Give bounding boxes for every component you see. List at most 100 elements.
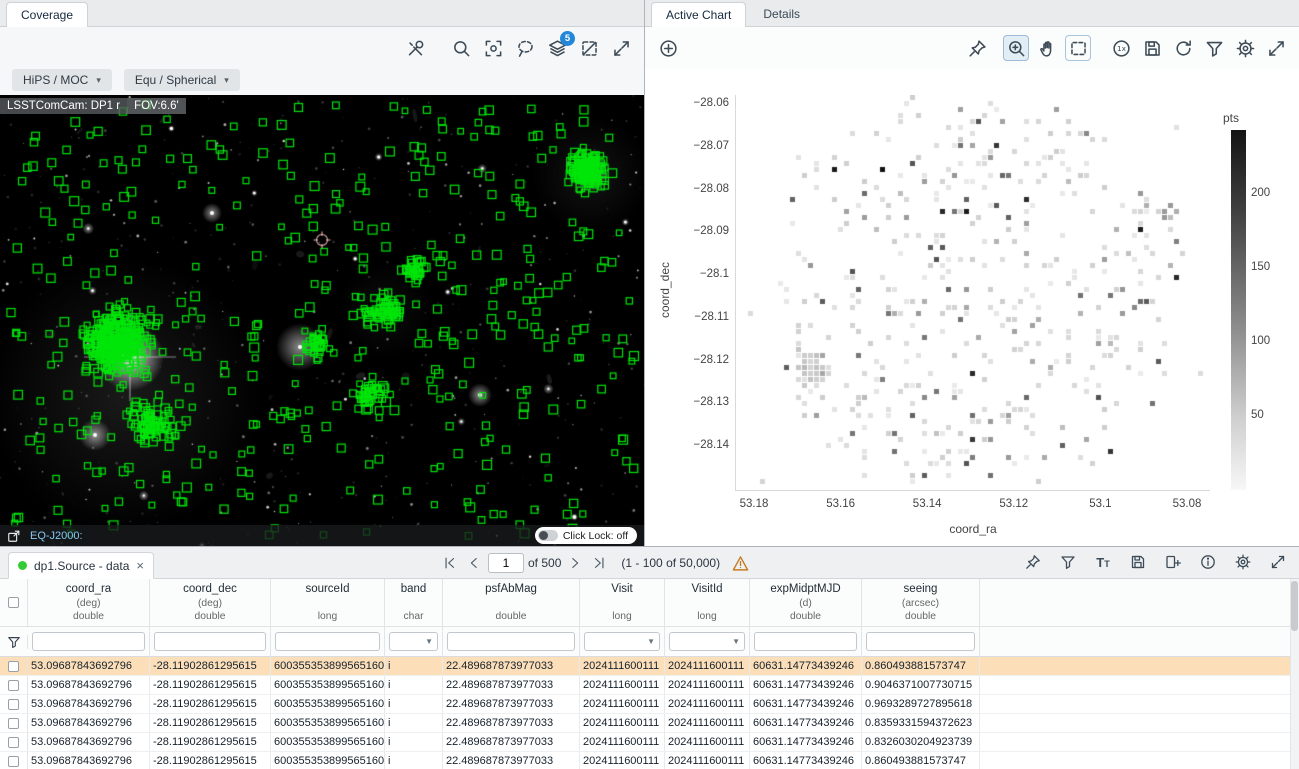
filter-icon[interactable]: [1201, 35, 1227, 61]
refresh-icon[interactable]: [1170, 35, 1196, 61]
filter-table-icon[interactable]: [1055, 549, 1081, 575]
column-name: seeing: [904, 582, 938, 597]
layers-count-badge: 5: [560, 31, 575, 46]
next-page-icon[interactable]: [565, 553, 585, 573]
filter-input-seeing[interactable]: [866, 632, 975, 651]
row-checkbox-cell: [0, 695, 28, 713]
filter-cell-coord_ra: [28, 627, 150, 656]
filter-select-band[interactable]: ▼: [389, 632, 438, 651]
prev-page-icon[interactable]: [464, 553, 484, 573]
chart-plot-area[interactable]: coord_dec coord_ra pts −28.06−28.07−28.0…: [645, 69, 1299, 546]
table-row[interactable]: 53.09687843692796-28.1190286129561560035…: [0, 676, 1299, 695]
row-checkbox[interactable]: [8, 699, 19, 710]
column-name: psfAbMag: [485, 582, 537, 597]
cell-band: i: [385, 695, 443, 713]
filter-input-coord_dec[interactable]: [154, 632, 266, 651]
cell-seeing: 0.9046371007730715: [862, 676, 980, 694]
filter-input-coord_ra[interactable]: [32, 632, 145, 651]
click-lock-toggle[interactable]: Click Lock: off: [535, 527, 637, 544]
filter-funnel-icon[interactable]: [7, 635, 21, 649]
tab-active-chart[interactable]: Active Chart: [651, 2, 746, 27]
coord-system-dropdown[interactable]: Equ / Spherical ▾: [124, 69, 240, 91]
save-chart-icon[interactable]: [1139, 35, 1165, 61]
pin-table-icon[interactable]: [1020, 549, 1046, 575]
last-page-icon[interactable]: [589, 553, 609, 573]
cell-expMidptMJD: 60631.14773439246: [750, 714, 862, 732]
column-header-coord_dec[interactable]: coord_dec(deg)double: [150, 579, 271, 626]
text-options-icon[interactable]: TT: [1090, 549, 1116, 575]
column-header-VisitId[interactable]: VisitId long: [665, 579, 750, 626]
tab-coverage[interactable]: Coverage: [6, 2, 88, 27]
column-unit: [412, 597, 415, 610]
search-region-icon[interactable]: [448, 35, 474, 61]
column-header-sourceId[interactable]: sourceId long: [271, 579, 385, 626]
zoom-reset-icon[interactable]: 1x: [1108, 35, 1134, 61]
sky-image-canvas[interactable]: [0, 95, 644, 546]
filter-cell-VisitId: ▼: [665, 627, 750, 656]
tools-icon[interactable]: [402, 35, 428, 61]
warning-icon[interactable]: [732, 555, 749, 572]
hips-moc-dropdown[interactable]: HiPS / MOC ▾: [12, 69, 112, 91]
row-checkbox[interactable]: [8, 661, 19, 672]
pin-chart-icon[interactable]: [964, 35, 990, 61]
table-tab[interactable]: dp1.Source - data ×: [8, 552, 154, 579]
row-checkbox-cell: [0, 657, 28, 675]
column-header-seeing[interactable]: seeing(arcsec)double: [862, 579, 980, 626]
table-row[interactable]: 53.09687843692796-28.1190286129561560035…: [0, 714, 1299, 733]
box-select-icon[interactable]: [1065, 35, 1091, 61]
info-icon[interactable]: [1195, 549, 1221, 575]
add-column-icon[interactable]: [1160, 549, 1186, 575]
table-row[interactable]: 53.09687843692796-28.1190286129561560035…: [0, 752, 1299, 769]
column-header-Visit[interactable]: Visit long: [580, 579, 665, 626]
open-in-new-icon[interactable]: [7, 529, 21, 543]
filter-input-sourceId[interactable]: [275, 632, 380, 651]
add-chart-icon[interactable]: [655, 35, 681, 61]
column-header-coord_ra[interactable]: coord_ra(deg)double: [28, 579, 150, 626]
expand-icon[interactable]: [608, 35, 634, 61]
row-checkbox[interactable]: [8, 718, 19, 729]
table-row[interactable]: 53.09687843692796-28.1190286129561560035…: [0, 657, 1299, 676]
sky-image-view[interactable]: LSSTComCam: DP1 r FOV:6.6' EQ-J2000: Cli…: [0, 95, 644, 546]
column-unit: [621, 597, 624, 610]
select-all-checkbox[interactable]: [8, 597, 19, 608]
filter-select-VisitId[interactable]: ▼: [669, 632, 745, 651]
table-header-row: coord_ra(deg)doublecoord_dec(deg)doubles…: [0, 579, 1299, 627]
save-table-icon[interactable]: [1125, 549, 1151, 575]
lasso-select-icon[interactable]: [512, 35, 538, 61]
pan-icon[interactable]: [1034, 35, 1060, 61]
colorbar-tick-label: 100: [1251, 335, 1270, 347]
expand-chart-icon[interactable]: [1263, 35, 1289, 61]
hips-moc-label: HiPS / MOC: [23, 73, 88, 87]
tab-details[interactable]: Details: [748, 1, 815, 26]
table-row[interactable]: 53.09687843692796-28.1190286129561560035…: [0, 695, 1299, 714]
unselect-icon[interactable]: [576, 35, 602, 61]
close-table-icon[interactable]: ×: [136, 558, 144, 573]
cell-seeing: 0.9693289727895618: [862, 695, 980, 713]
expand-table-icon[interactable]: [1265, 549, 1291, 575]
heatmap-canvas[interactable]: [735, 95, 1210, 491]
filter-input-psfAbMag[interactable]: [447, 632, 575, 651]
table-row[interactable]: 53.09687843692796-28.1190286129561560035…: [0, 733, 1299, 752]
page-number-input[interactable]: [488, 553, 524, 573]
column-header-expMidptMJD[interactable]: expMidptMJD(d)double: [750, 579, 862, 626]
column-header-psfAbMag[interactable]: psfAbMag double: [443, 579, 580, 626]
cell-psfAbMag: 22.489687873977033: [443, 733, 580, 751]
row-checkbox[interactable]: [8, 737, 19, 748]
cell-coord_dec: -28.11902861295615: [150, 752, 271, 769]
table-settings-icon[interactable]: [1230, 549, 1256, 575]
row-checkbox[interactable]: [8, 680, 19, 691]
zoom-select-icon[interactable]: [1003, 35, 1029, 61]
column-header-band[interactable]: band char: [385, 579, 443, 626]
y-tick-label: −28.13: [669, 396, 729, 408]
table-scrollbar[interactable]: [1290, 579, 1299, 769]
row-range-label: (1 - 100 of 50,000): [621, 556, 720, 570]
filter-cell-seeing: [862, 627, 980, 656]
layers-button[interactable]: 5: [544, 35, 570, 61]
chart-settings-icon[interactable]: [1232, 35, 1258, 61]
filter-select-Visit[interactable]: ▼: [584, 632, 660, 651]
scrollbar-thumb[interactable]: [1291, 581, 1298, 631]
row-checkbox[interactable]: [8, 756, 19, 767]
recenter-icon[interactable]: [480, 35, 506, 61]
first-page-icon[interactable]: [440, 553, 460, 573]
filter-input-expMidptMJD[interactable]: [754, 632, 857, 651]
